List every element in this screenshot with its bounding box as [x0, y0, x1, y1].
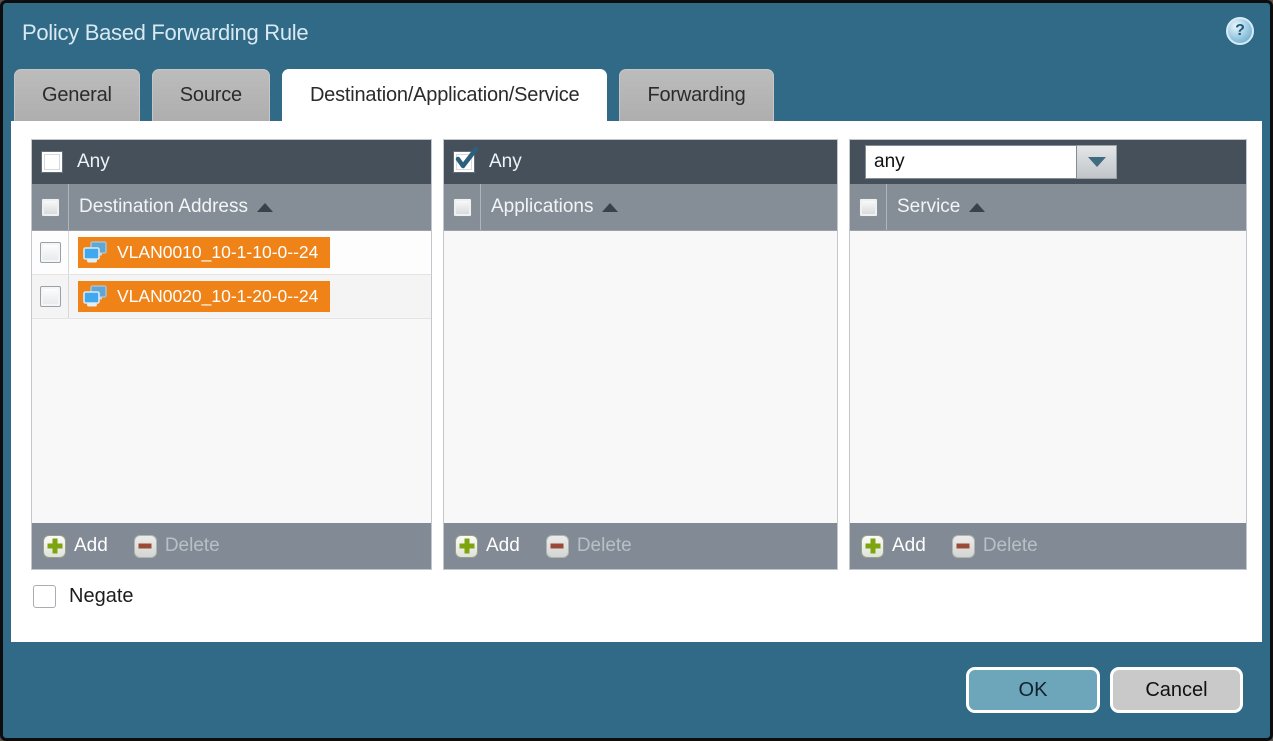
delete-minus-icon [546, 535, 569, 558]
service-dropdown [865, 145, 1117, 179]
add-button[interactable]: Add [455, 535, 520, 558]
destination-column-header: Destination Address [32, 184, 431, 231]
service-select-all-checkbox[interactable] [859, 198, 878, 217]
service-panel: Service Add Delete [849, 139, 1247, 570]
chevron-down-icon [1088, 157, 1106, 167]
tab-source[interactable]: Source [152, 69, 270, 121]
destination-select-all-checkbox[interactable] [41, 198, 60, 217]
cancel-button[interactable]: Cancel [1110, 667, 1243, 713]
applications-sort-header[interactable]: Applications [491, 196, 618, 218]
destination-any-checkbox[interactable] [41, 151, 63, 173]
applications-any-checkbox[interactable] [453, 151, 475, 173]
service-dropdown-input[interactable] [865, 145, 1077, 179]
add-button[interactable]: Add [43, 535, 108, 558]
destination-address-sort-header[interactable]: Destination Address [79, 196, 273, 218]
sort-ascending-icon [969, 203, 985, 212]
service-dropdown-button[interactable] [1077, 145, 1117, 179]
list-item[interactable]: VLAN0010_10-1-10-0--24 [78, 237, 330, 268]
add-button[interactable]: Add [861, 535, 926, 558]
ok-button[interactable]: OK [966, 667, 1100, 713]
applications-panel: Any Applications Add Delete [443, 139, 838, 570]
policy-based-forwarding-dialog: Policy Based Forwarding Rule ? General S… [0, 0, 1273, 741]
tab-bar: General Source Destination/Application/S… [14, 69, 774, 121]
applications-any-bar: Any [444, 140, 837, 184]
service-column-header: Service [850, 184, 1246, 231]
service-dropdown-bar [850, 140, 1246, 184]
add-plus-icon [861, 535, 884, 558]
sort-ascending-icon [602, 203, 618, 212]
delete-minus-icon [952, 535, 975, 558]
service-list [850, 231, 1246, 523]
list-item[interactable]: VLAN0020_10-1-20-0--24 [78, 281, 330, 312]
tab-forwarding[interactable]: Forwarding [619, 69, 773, 121]
negate-checkbox[interactable] [33, 585, 56, 608]
destination-any-label: Any [77, 151, 110, 173]
negate-label: Negate [69, 585, 134, 608]
destination-footer: Add Delete [32, 523, 431, 569]
sort-ascending-icon [257, 203, 273, 212]
network-address-icon [83, 285, 110, 309]
destination-address-list: VLAN0010_10-1-10-0--24 VLAN0020_10-1-20-… [32, 231, 431, 523]
tab-content: Any Destination Address [11, 121, 1262, 642]
service-footer: Add Delete [850, 523, 1246, 569]
destination-any-bar: Any [32, 140, 431, 184]
applications-footer: Add Delete [444, 523, 837, 569]
delete-button[interactable]: Delete [134, 535, 220, 558]
table-row: VLAN0010_10-1-10-0--24 [32, 231, 431, 275]
delete-button[interactable]: Delete [546, 535, 632, 558]
row-checkbox[interactable] [40, 242, 61, 263]
applications-column-header: Applications [444, 184, 837, 231]
table-row: VLAN0020_10-1-20-0--24 [32, 275, 431, 319]
applications-list [444, 231, 837, 523]
row-checkbox[interactable] [40, 286, 61, 307]
delete-button[interactable]: Delete [952, 535, 1038, 558]
delete-minus-icon [134, 535, 157, 558]
dialog-title: Policy Based Forwarding Rule [22, 20, 308, 46]
add-plus-icon [455, 535, 478, 558]
tab-destination-application-service[interactable]: Destination/Application/Service [282, 69, 608, 121]
help-icon[interactable]: ? [1226, 17, 1254, 45]
destination-address-panel: Any Destination Address [31, 139, 432, 570]
add-plus-icon [43, 535, 66, 558]
address-object-label: VLAN0010_10-1-10-0--24 [117, 242, 318, 263]
applications-select-all-checkbox[interactable] [453, 198, 472, 217]
address-object-label: VLAN0020_10-1-20-0--24 [117, 286, 318, 307]
service-sort-header[interactable]: Service [897, 196, 985, 218]
checkmark-icon [453, 146, 479, 172]
tab-general[interactable]: General [14, 69, 140, 121]
negate-row: Negate [33, 585, 134, 608]
network-address-icon [83, 241, 110, 265]
applications-any-label: Any [489, 151, 522, 173]
